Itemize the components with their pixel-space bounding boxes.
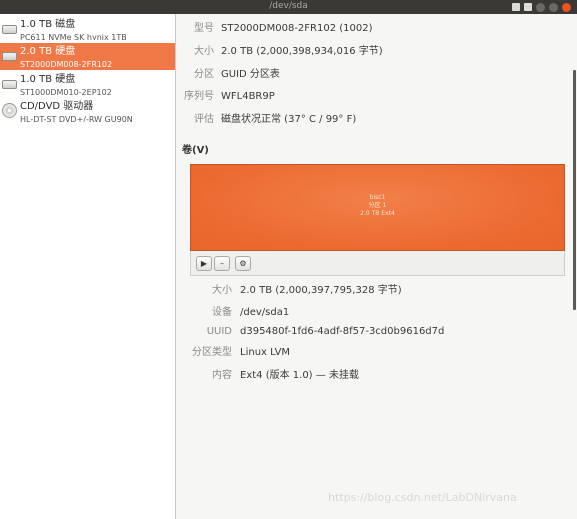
partition-device-label: 设备 [212,307,232,318]
cd-icon [2,103,17,118]
drive-model: HL-DT-ST DVD+/-RW GU90N [20,115,133,122]
partition-block-name: bisc1 [369,194,386,201]
drive-model: PC611 NVMe SK hynix 1TB [20,33,127,40]
drive-item-sda[interactable]: 2.0 TB 硬盘 ST2000DM008-2FR102 [0,43,175,70]
disk-details: 型号 ST2000DM008-2FR102 (1002) 大小 2.0 TB (… [176,14,577,519]
title-bar: /dev/sda [0,0,577,14]
disk-serial-value: WFL4BR9P [221,91,275,102]
hdd-icon [2,77,17,92]
minimize-button[interactable] [536,2,545,12]
volume-toolbar: ▶ – ⚙ [190,251,565,276]
disk-size-label: 大小 [194,46,214,57]
disk-serial-label: 序列号 [184,91,214,102]
partition-size-label: 大小 [212,285,232,296]
scrollbar[interactable] [573,70,576,310]
partition-type-label: 分区类型 [192,347,232,358]
partition-settings-button[interactable]: ⚙ [235,256,251,271]
disk-model-label: 型号 [194,23,214,34]
drive-item-nvme[interactable]: 1.0 TB 磁盘 PC611 NVMe SK hynix 1TB [0,16,175,43]
mount-button[interactable]: ▶ [196,256,212,271]
minus-icon: – [220,259,224,268]
partition-block[interactable]: bisc1 分区 1 2.0 TB Ext4 [190,164,565,251]
drive-model: ST2000DM008-2FR102 [20,60,113,67]
drive-name: CD/DVD 驱动器 [20,101,94,112]
drive-list: 1.0 TB 磁盘 PC611 NVMe SK hynix 1TB 2.0 TB… [0,14,176,519]
partition-contents-value: Ext4 (版本 1.0) — 未挂载 [240,370,359,381]
window-controls [512,0,571,14]
partition-contents-label: 内容 [212,370,232,381]
partition-size-value: 2.0 TB (2,000,397,795,328 字节) [240,285,402,296]
disk-assessment-label: 评估 [194,114,214,125]
disk-partitioning-label: 分区 [194,69,214,80]
play-icon: ▶ [200,259,208,268]
drive-name: 1.0 TB 硬盘 [20,74,76,85]
partition-uuid-value: d395480f-1fd6-4adf-8f57-3cd0b9616d7d [240,326,445,337]
close-button[interactable] [562,2,571,12]
menu-icon[interactable] [512,3,520,11]
disk-size-value: 2.0 TB (2,000,398,934,016 字节) [221,46,383,57]
hdd-icon [2,49,17,64]
disk-partitioning-value: GUID 分区表 [221,69,280,80]
disk-model-value: ST2000DM008-2FR102 (1002) [221,23,373,34]
window-icon[interactable] [524,3,532,11]
partition-device-value: /dev/sda1 [240,307,290,318]
partition-block-number: 分区 1 [368,202,387,209]
gears-icon: ⚙ [239,259,247,268]
hdd-icon [2,22,17,37]
drive-item-cdrom[interactable]: CD/DVD 驱动器 HL-DT-ST DVD+/-RW GU90N [0,98,175,125]
drive-name: 1.0 TB 磁盘 [20,19,76,30]
partition-type-value: Linux LVM [240,347,291,358]
partition-block-size: 2.0 TB Ext4 [360,210,395,217]
disk-assessment-value: 磁盘状况正常 (37° C / 99° F) [221,114,357,125]
delete-partition-button[interactable]: – [214,256,230,271]
watermark: https://blog.csdn.net/LabDNirvana [328,491,517,504]
drive-model: ST1000DM010-2EP102 [20,88,112,95]
partition-uuid-label: UUID [206,326,232,337]
window-title: /dev/sda [269,1,308,11]
drive-name: 2.0 TB 硬盘 [20,46,76,57]
maximize-button[interactable] [549,2,558,12]
drive-item-sdb[interactable]: 1.0 TB 硬盘 ST1000DM010-2EP102 [0,71,175,98]
volumes-heading: 卷(V) [182,145,209,156]
